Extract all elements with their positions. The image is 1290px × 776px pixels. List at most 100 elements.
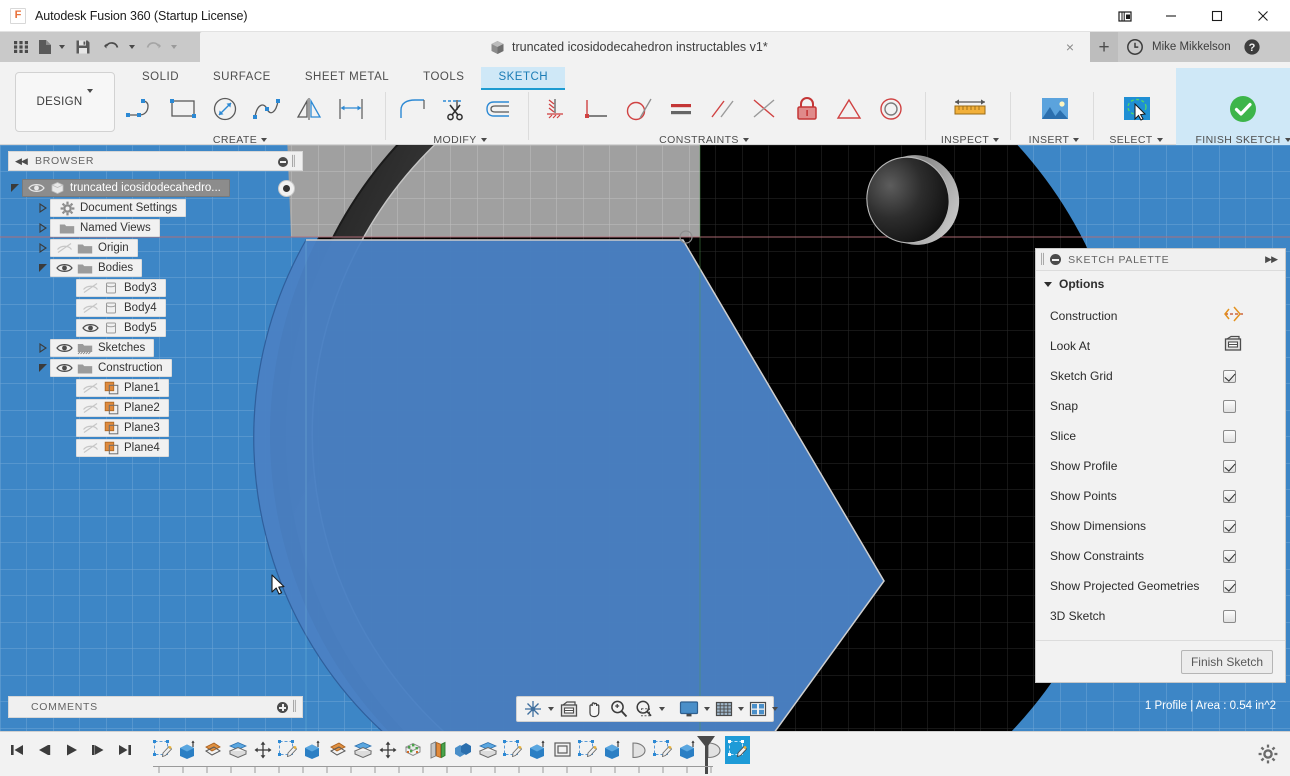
tree-item-body5[interactable]: Body5 <box>0 318 310 338</box>
visibility-eye-icon[interactable] <box>53 340 75 356</box>
twisty-open-icon[interactable] <box>8 178 22 198</box>
orbit-icon[interactable] <box>521 697 545 721</box>
show-constraints-checkbox[interactable] <box>1223 550 1236 563</box>
spline-icon[interactable] <box>246 90 288 128</box>
palette-row-construction[interactable]: Construction <box>1036 301 1285 331</box>
redo-caret-icon[interactable] <box>168 35 180 59</box>
viewports-icon[interactable] <box>747 697 769 721</box>
plus-icon[interactable] <box>277 702 288 713</box>
timeline-feature-sketch[interactable] <box>575 736 600 764</box>
coincident-icon[interactable] <box>534 90 576 128</box>
timeline-feature-plane[interactable] <box>325 736 350 764</box>
close-button[interactable] <box>1240 0 1286 31</box>
tree-chip[interactable]: Origin <box>50 239 138 257</box>
expand-right-icon[interactable]: ▶▶ <box>1265 254 1277 265</box>
visibility-eye-icon[interactable] <box>79 320 101 336</box>
zoom-window-icon[interactable] <box>632 697 656 721</box>
palette-row-show-dimensions[interactable]: Show Dimensions <box>1036 511 1285 541</box>
show-dimensions-checkbox[interactable] <box>1223 520 1236 533</box>
tree-chip[interactable]: Named Views <box>50 219 160 237</box>
redo-icon[interactable] <box>140 35 166 59</box>
timeline-feature-sketch[interactable] <box>150 736 175 764</box>
play-icon[interactable] <box>60 738 82 762</box>
palette-row-show-points[interactable]: Show Points <box>1036 481 1285 511</box>
tree-chip[interactable]: Plane3 <box>76 419 169 437</box>
document-tab[interactable]: truncated icosidodecahedron instructable… <box>200 32 1090 62</box>
trim-icon[interactable] <box>434 90 476 128</box>
concentric-icon[interactable] <box>870 90 912 128</box>
timeline-feature-combine[interactable] <box>400 736 425 764</box>
tree-item-named-views[interactable]: Named Views <box>0 218 310 238</box>
file-menu-caret-icon[interactable] <box>56 35 68 59</box>
display-icon[interactable] <box>677 697 701 721</box>
pan-hand-icon[interactable] <box>582 697 606 721</box>
clock-icon[interactable] <box>1122 34 1148 60</box>
fit-caret-icon[interactable] <box>657 697 667 721</box>
tree-chip-root[interactable]: truncated icosidodecahedro... <box>22 179 230 197</box>
timeline-feature-shell[interactable] <box>475 736 500 764</box>
construction-icon[interactable] <box>1223 305 1245 328</box>
grip-icon[interactable]: ║ <box>291 701 298 712</box>
undo-icon[interactable] <box>98 35 124 59</box>
tree-chip[interactable]: Sketches <box>50 339 154 357</box>
timeline-feature-move[interactable] <box>250 736 275 764</box>
visibility-eye-icon[interactable] <box>25 180 47 196</box>
display-caret-icon[interactable] <box>702 697 712 721</box>
timeline-feature-sketch[interactable] <box>500 736 525 764</box>
timeline-feature-revolve[interactable] <box>625 736 650 764</box>
tree-chip[interactable]: Plane4 <box>76 439 169 457</box>
look-at-icon[interactable] <box>557 697 581 721</box>
slice-checkbox[interactable] <box>1223 430 1236 443</box>
tree-item-body3[interactable]: Body3 <box>0 278 310 298</box>
document-tab-close-icon[interactable]: × <box>1062 39 1078 55</box>
tree-item-construction[interactable]: Construction <box>0 358 310 378</box>
timeline-feature-current-sketch[interactable] <box>725 736 750 764</box>
grid-icon[interactable] <box>713 697 735 721</box>
symmetry-icon[interactable] <box>744 90 786 128</box>
timeline-feature-shell[interactable] <box>350 736 375 764</box>
maximize-button[interactable] <box>1194 0 1240 31</box>
tree-item-body4[interactable]: Body4 <box>0 298 310 318</box>
tree-chip[interactable]: Body4 <box>76 299 166 317</box>
new-tab-button[interactable]: + <box>1090 32 1118 62</box>
visibility-eye-off-icon[interactable] <box>79 440 101 456</box>
tree-chip[interactable]: Bodies <box>50 259 142 277</box>
viewports-caret-icon[interactable] <box>770 697 780 721</box>
tab-tools[interactable]: TOOLS <box>406 67 481 88</box>
tree-chip[interactable]: Document Settings <box>50 199 186 217</box>
skip-start-icon[interactable] <box>6 738 28 762</box>
visibility-eye-icon[interactable] <box>53 260 75 276</box>
timeline-feature-plane[interactable] <box>200 736 225 764</box>
rectangle-icon[interactable] <box>162 90 204 128</box>
visibility-eye-off-icon[interactable] <box>79 400 101 416</box>
tree-item-plane2[interactable]: Plane2 <box>0 398 310 418</box>
tree-item-plane3[interactable]: Plane3 <box>0 418 310 438</box>
palette-row-look-at[interactable]: Look At <box>1036 331 1285 361</box>
twisty-closed-icon[interactable] <box>36 198 50 218</box>
tree-chip[interactable]: Plane1 <box>76 379 169 397</box>
visibility-eye-off-icon[interactable] <box>79 280 101 296</box>
tree-item-sketches[interactable]: Sketches <box>0 338 310 358</box>
skip-end-icon[interactable] <box>114 738 136 762</box>
palette-row-show-profile[interactable]: Show Profile <box>1036 451 1285 481</box>
options-section-header[interactable]: Options <box>1036 271 1285 297</box>
tree-item-origin[interactable]: Origin <box>0 238 310 258</box>
tangent-icon[interactable] <box>618 90 660 128</box>
timeline-feature-pattern[interactable] <box>550 736 575 764</box>
tree-chip[interactable]: Body5 <box>76 319 166 337</box>
timeline-settings-gear-icon[interactable] <box>1258 744 1278 769</box>
tree-item-root[interactable]: truncated icosidodecahedro... <box>0 178 310 198</box>
equal-icon[interactable] <box>660 90 702 128</box>
finish-check-icon[interactable] <box>1222 90 1264 128</box>
look-at-icon[interactable] <box>1223 335 1243 358</box>
visibility-eye-off-icon[interactable] <box>53 240 75 256</box>
orbit-caret-icon[interactable] <box>546 697 556 721</box>
fix-icon[interactable] <box>786 90 828 128</box>
mirror-icon[interactable] <box>288 90 330 128</box>
comments-panel[interactable]: COMMENTS ║ <box>8 696 303 718</box>
tree-chip[interactable]: Body3 <box>76 279 166 297</box>
visibility-eye-off-icon[interactable] <box>79 380 101 396</box>
show-points-checkbox[interactable] <box>1223 490 1236 503</box>
timeline-feature-split[interactable] <box>425 736 450 764</box>
3d-sketch-checkbox[interactable] <box>1223 610 1236 623</box>
